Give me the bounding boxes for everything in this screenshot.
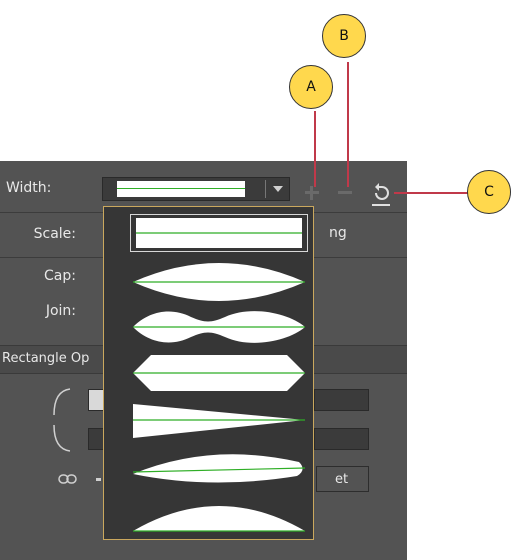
- corner-radius-field-disabled[interactable]: [88, 428, 104, 450]
- width-profile-item-5[interactable]: [131, 448, 307, 486]
- callout-a: A: [289, 65, 333, 109]
- width-profile-item-uniform[interactable]: [130, 214, 308, 252]
- scale-link-text: ng: [329, 225, 347, 241]
- callout-b-line: [347, 62, 349, 187]
- callout-c: C: [467, 170, 511, 214]
- rect-width-field[interactable]: [314, 389, 369, 411]
- scale-label: Scale:: [33, 226, 76, 242]
- rect-height-field[interactable]: [314, 428, 369, 450]
- width-profile-preview: [117, 181, 245, 197]
- cap-label: Cap:: [44, 268, 76, 284]
- plus-icon-vertical: [310, 186, 313, 200]
- width-profile-item-2[interactable]: [131, 309, 307, 345]
- width-profile-list[interactable]: [103, 206, 314, 540]
- link-slider-handle: [96, 478, 101, 481]
- dropdown-separator: [265, 180, 266, 198]
- width-profile-dropdown[interactable]: [102, 177, 290, 201]
- corner-radius-field[interactable]: [88, 389, 104, 411]
- width-label: Width:: [6, 180, 52, 196]
- join-label: Join:: [45, 303, 76, 319]
- width-profile-item-3[interactable]: [131, 353, 307, 393]
- corner-icon: [53, 424, 71, 452]
- callout-a-line: [314, 111, 316, 187]
- width-profile-item-6[interactable]: [131, 499, 307, 533]
- minus-icon[interactable]: [338, 191, 352, 194]
- dropdown-arrow-icon[interactable]: [273, 186, 283, 192]
- corner-icon: [53, 388, 71, 416]
- reset-underline: [372, 204, 390, 206]
- width-profile-item-4[interactable]: [131, 402, 307, 440]
- width-profile-item-1[interactable]: [131, 262, 307, 302]
- profile-center-line: [117, 188, 245, 189]
- reset-button-label: et: [335, 472, 349, 487]
- callout-c-line: [394, 192, 468, 194]
- reset-button[interactable]: et: [316, 466, 369, 492]
- link-icon[interactable]: [58, 473, 78, 485]
- reset-icon[interactable]: [370, 180, 394, 204]
- callout-b: B: [322, 14, 366, 58]
- section-title: Rectangle Op: [2, 351, 90, 366]
